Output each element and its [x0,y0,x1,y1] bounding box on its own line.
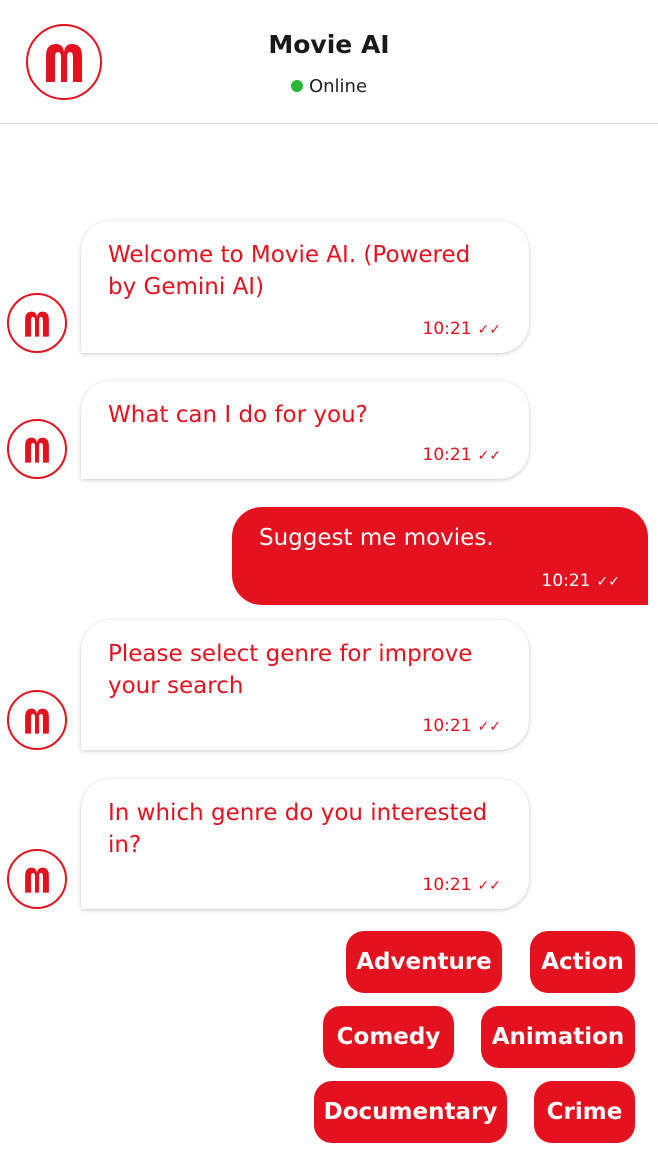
message-timestamp: 10:21 ✓✓ [422,445,501,465]
message-text: What can I do for you? [108,402,368,428]
double-check-icon: ✓✓ [477,878,501,894]
genre-chip-animation[interactable]: Animation [481,1006,635,1068]
bot-avatar [7,849,67,909]
double-check-icon: ✓✓ [477,719,501,735]
online-status: Online [0,76,658,97]
bot-avatar [7,419,67,479]
message-timestamp: 10:21 ✓✓ [422,716,501,736]
genre-chip-crime[interactable]: Crime [534,1081,635,1143]
online-dot-icon [290,80,303,92]
user-message-bubble: Suggest me movies. 10:21 ✓✓ [232,507,648,605]
status-text: Online [308,76,368,97]
message-timestamp: 10:21 ✓✓ [541,571,620,591]
message-text: Suggest me movies. [259,525,494,551]
double-check-icon: ✓✓ [596,574,620,590]
message-text: Please select genre for improve your sea… [108,641,473,699]
page-title: Movie AI [268,30,390,59]
bot-avatar [7,690,67,750]
bot-message-bubble: Please select genre for improve your sea… [81,620,529,750]
message-text: In which genre do you interested in? [108,800,488,858]
bot-message-bubble: Welcome to Movie AI. (Powered by Gemini … [81,221,529,353]
double-check-icon: ✓✓ [477,448,501,464]
genre-chip-action[interactable]: Action [530,931,635,993]
message-text: Welcome to Movie AI. (Powered by Gemini … [108,242,471,300]
message-timestamp: 10:21 ✓✓ [422,875,501,895]
genre-chip-adventure[interactable]: Adventure [346,931,502,993]
genre-chip-comedy[interactable]: Comedy [323,1006,454,1068]
chat-header: Movie AI Online [0,0,658,124]
bot-avatar [7,293,67,353]
bot-message-bubble: In which genre do you interested in? 10:… [81,779,529,909]
bot-message-bubble: What can I do for you? 10:21 ✓✓ [81,381,529,479]
double-check-icon: ✓✓ [477,322,501,338]
genre-chip-documentary[interactable]: Documentary [314,1081,507,1143]
message-timestamp: 10:21 ✓✓ [422,319,501,339]
